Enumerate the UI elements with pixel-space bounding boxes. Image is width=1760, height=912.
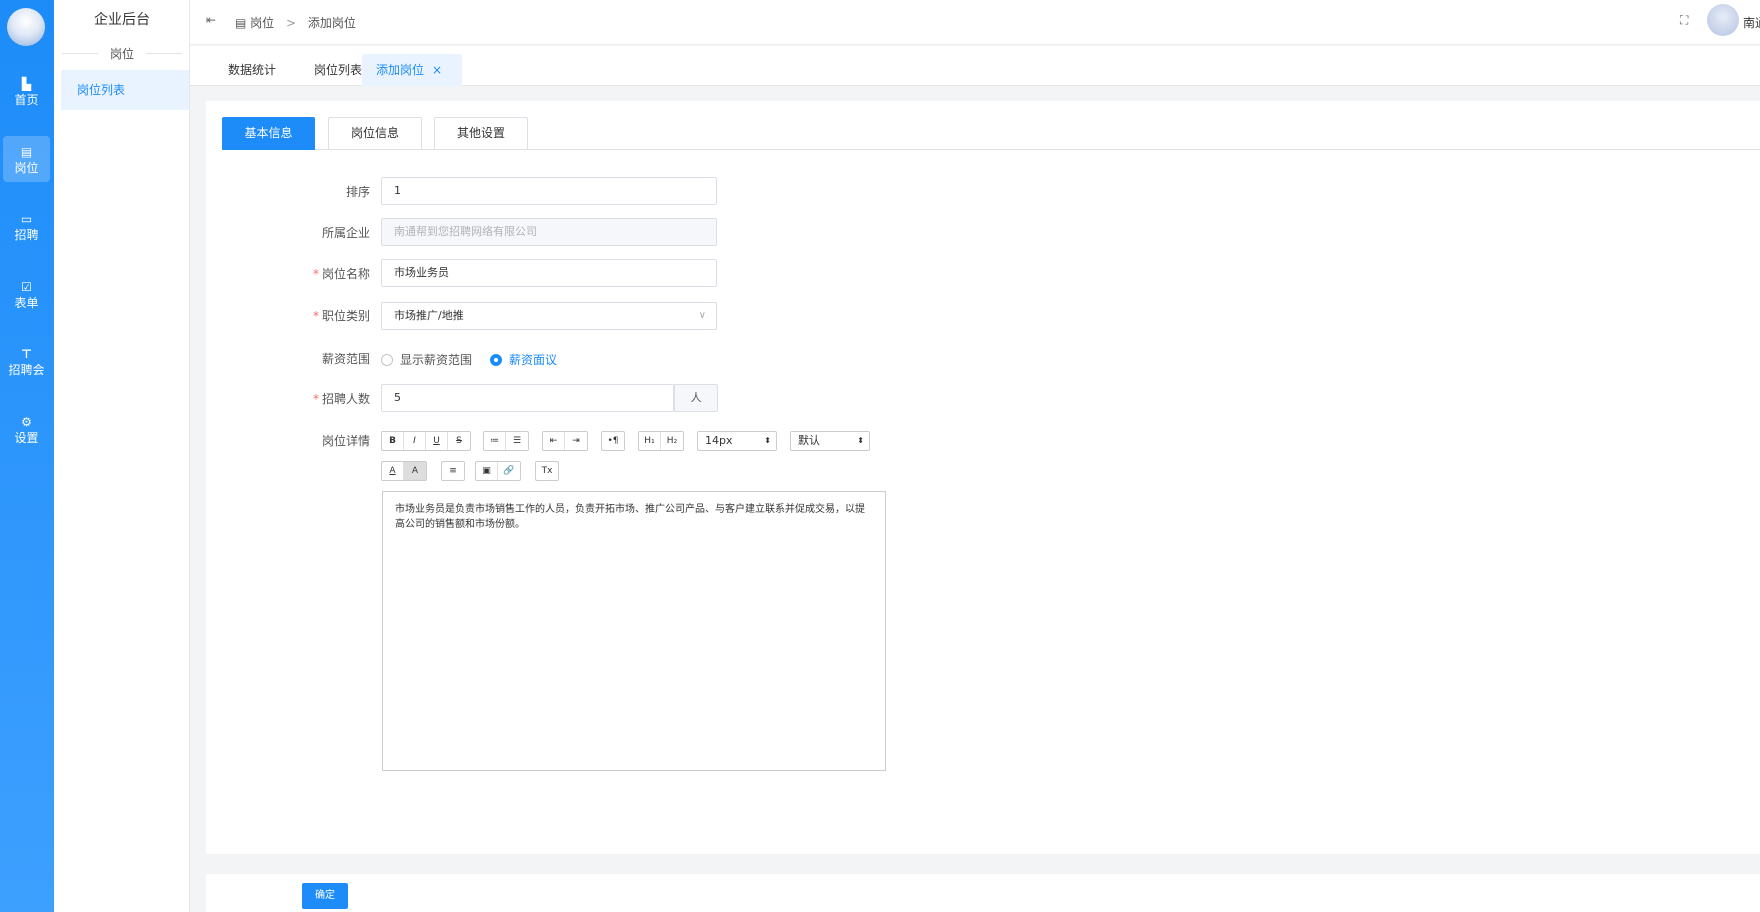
rich-text-editor[interactable]: 市场业务员是负责市场销售工作的人员，负责开拓市场、推广公司产品、与客户建立联系并… <box>382 491 886 771</box>
radio-show-salary[interactable]: 显示薪资范围 <box>381 351 472 368</box>
bullet-list-icon[interactable]: ☰ <box>506 432 528 450</box>
toolbar-format-group: B I U S <box>381 431 471 451</box>
company-input: 南通帮到您招聘网络有限公司 <box>381 218 717 246</box>
headcount-unit: 人 <box>674 384 718 412</box>
breadcrumb-current: 添加岗位 <box>307 16 356 30</box>
radio-negotiable[interactable]: 薪资面议 <box>490 351 557 368</box>
sort-input[interactable]: 1 <box>381 177 717 205</box>
category-label: * 职位类别 <box>230 307 370 324</box>
required-mark: * <box>312 267 319 281</box>
heading2-button[interactable]: H₂ <box>661 432 683 450</box>
job-name-label-text: 岗位名称 <box>321 267 370 281</box>
toolbar-indent-group: ⇤ ⇥ <box>542 431 588 451</box>
radio-circle <box>381 354 393 366</box>
toolbar-clear-group: Tx <box>535 461 559 481</box>
detail-label: 岗位详情 <box>321 434 370 448</box>
rail-item-jobs[interactable]: ▤ 岗位 <box>3 136 50 182</box>
rail-item-home[interactable]: ▙ 首页 <box>3 68 50 114</box>
subtab-basic-info[interactable]: 基本信息 <box>222 117 315 150</box>
headcount-label-text: 招聘人数 <box>321 392 370 406</box>
toolbar-list-group: ≔ ☰ <box>483 431 529 451</box>
subtab-other-settings[interactable]: 其他设置 <box>434 117 528 150</box>
heading1-button[interactable]: H₁ <box>639 432 661 450</box>
radio-negotiable-label: 薪资面议 <box>509 353 558 367</box>
booth-icon: ⊤ <box>21 347 32 361</box>
link-icon[interactable]: 🔗 <box>498 462 520 480</box>
breadcrumb-separator: > <box>286 16 297 30</box>
logo <box>7 8 45 46</box>
gear-icon: ⚙ <box>21 415 32 429</box>
top-header: ⇤ ▤ 岗位 > 添加岗位 ⛶ 南通 <box>190 0 1760 45</box>
category-value: 市场推广/地推 <box>394 309 464 322</box>
font-size-select[interactable]: 14px ⬍ <box>697 431 777 451</box>
job-name-input[interactable]: 市场业务员 <box>381 259 717 287</box>
tab-add-job-label: 添加岗位 <box>376 63 425 77</box>
rail-item-jobfair[interactable]: ⊤ 招聘会 <box>3 338 50 384</box>
image-icon[interactable]: ▣ <box>476 462 498 480</box>
font-family-value: 默认 <box>798 434 820 447</box>
sidebar-title: 企业后台 <box>94 12 150 28</box>
toolbar-heading-group: H₁ H₂ <box>638 431 684 451</box>
font-color-icon[interactable]: A <box>382 462 404 480</box>
ordered-list-icon[interactable]: ≔ <box>484 432 506 450</box>
font-family-select[interactable]: 默认 ⬍ <box>790 431 870 451</box>
tab-stats[interactable]: 数据统计 <box>214 54 290 86</box>
icon-rail: ▙ 首页 ▤ 岗位 ▭ 招聘 ☑ 表单 ⊤ 招聘会 ⚙ 设置 <box>0 0 54 912</box>
rail-item-forms[interactable]: ☑ 表单 <box>3 271 50 317</box>
tab-add-job[interactable]: 添加岗位 × <box>362 54 462 86</box>
sidebar-group-label: 岗位 <box>62 45 182 61</box>
rail-item-settings[interactable]: ⚙ 设置 <box>3 406 50 452</box>
bar-chart-icon: ▙ <box>21 77 32 91</box>
job-name-label: * 岗位名称 <box>230 265 370 282</box>
sub-sidebar: 企业后台 岗位 岗位列表 <box>54 0 190 912</box>
company-label: 所属企业 <box>321 226 370 240</box>
underline-button[interactable]: U <box>426 432 448 450</box>
fullscreen-icon[interactable]: ⛶ <box>1680 13 1688 28</box>
salary-label: 薪资范围 <box>321 352 370 366</box>
subtab-job-info[interactable]: 岗位信息 <box>328 117 422 150</box>
font-size-value: 14px <box>705 434 733 447</box>
radio-circle-checked <box>490 354 502 366</box>
sidebar-item-job-list[interactable]: 岗位列表 <box>61 70 189 110</box>
page-tabs: 数据统计 岗位列表 添加岗位 × <box>190 46 1760 86</box>
close-icon[interactable]: × <box>432 63 442 77</box>
rail-item-recruit[interactable]: ▭ 招聘 <box>3 203 50 249</box>
breadcrumb-root[interactable]: 岗位 <box>250 16 274 30</box>
category-label-text: 职位类别 <box>321 309 370 323</box>
outdent-icon[interactable]: ⇤ <box>543 432 565 450</box>
select-arrows-icon: ⬍ <box>764 436 771 445</box>
sort-label: 排序 <box>345 185 370 199</box>
headcount-input[interactable]: 5 <box>381 384 674 412</box>
align-icon[interactable]: ≡ <box>442 462 464 480</box>
submit-button[interactable]: 确定 <box>302 883 348 909</box>
calendar-icon: ▭ <box>20 212 33 226</box>
document-icon: ▤ <box>20 145 33 159</box>
background-color-icon[interactable]: A <box>404 462 426 480</box>
required-mark: * <box>312 392 319 406</box>
required-mark: * <box>312 309 319 323</box>
chevron-down-icon: ∨ <box>698 310 706 321</box>
toolbar-color-group: A A <box>381 461 427 481</box>
form-edit-icon: ☑ <box>21 280 32 294</box>
breadcrumb-doc-icon: ▤ <box>235 16 251 30</box>
avatar[interactable] <box>1707 4 1739 36</box>
strike-button[interactable]: S <box>448 432 470 450</box>
clear-format-icon[interactable]: Tx <box>536 462 558 480</box>
paragraph-direction-icon[interactable]: •¶ <box>602 432 624 450</box>
toolbar-media-group: ▣ 🔗 <box>475 461 521 481</box>
toolbar-para-group: •¶ <box>601 431 625 451</box>
headcount-label: * 招聘人数 <box>230 390 370 407</box>
category-select[interactable]: 市场推广/地推 ∨ <box>381 302 717 330</box>
toolbar-align-group: ≡ <box>441 461 465 481</box>
collapse-menu-icon[interactable]: ⇤ <box>206 13 216 27</box>
select-arrows-icon: ⬍ <box>857 436 864 445</box>
bold-button[interactable]: B <box>382 432 404 450</box>
form-footer <box>206 874 1760 912</box>
radio-show-salary-label: 显示薪资范围 <box>400 353 473 367</box>
user-name[interactable]: 南通 <box>1743 14 1760 31</box>
form-section-tabs: 基本信息 岗位信息 其他设置 <box>222 117 1760 150</box>
breadcrumb: ▤ 岗位 > 添加岗位 <box>235 14 356 31</box>
indent-icon[interactable]: ⇥ <box>565 432 587 450</box>
italic-button[interactable]: I <box>404 432 426 450</box>
